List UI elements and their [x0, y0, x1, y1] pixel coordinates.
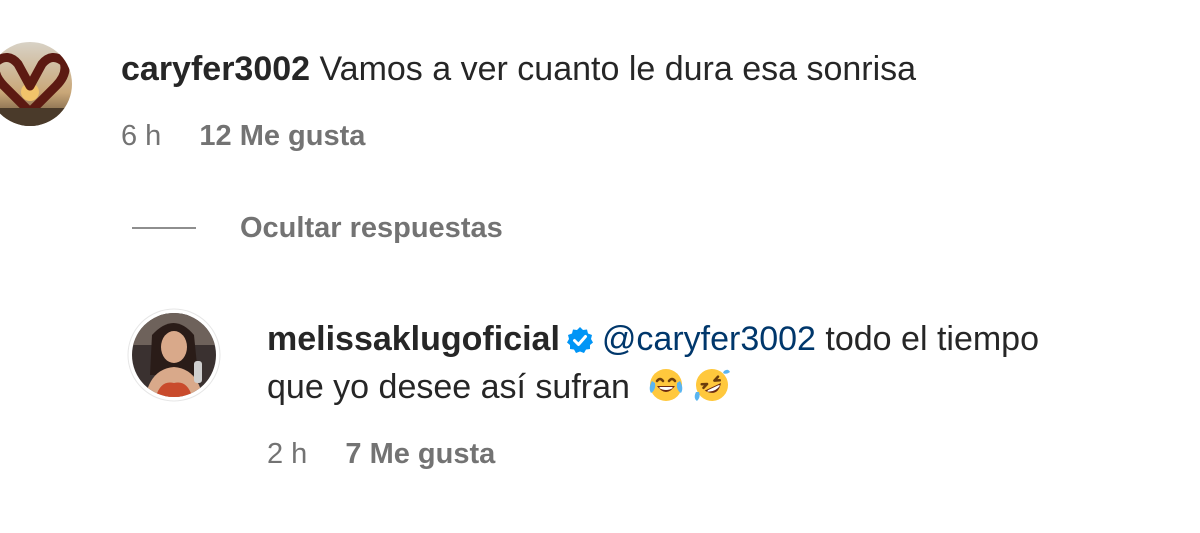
comment-text-line: caryfer3002 Vamos a ver cuanto le dura e… [121, 45, 916, 93]
replies-divider [132, 227, 196, 229]
hide-replies-button[interactable]: Ocultar respuestas [132, 210, 503, 246]
comment-time: 6 h [121, 120, 162, 152]
reply-text-line-1: melissaklugoficial @caryfer3002 todo el … [267, 315, 1039, 367]
hide-replies-label: Ocultar respuestas [240, 211, 503, 244]
reply-body-line1: todo el tiempo [825, 320, 1040, 358]
reply-likes[interactable]: 7 Me gusta [345, 438, 495, 470]
tears-of-joy-emoji-icon [647, 366, 685, 417]
rolling-on-floor-laughing-emoji-icon [693, 366, 731, 417]
comment-avatar[interactable] [0, 42, 72, 126]
reply-body-line2: que yo desee así sufran [267, 368, 630, 406]
comment-body: Vamos a ver cuanto le dura esa sonrisa [319, 50, 917, 88]
heart-hands-sunset-avatar-icon [0, 42, 72, 126]
reply-mention-link[interactable]: @caryfer3002 [602, 320, 816, 358]
comment-username[interactable]: caryfer3002 [121, 50, 310, 88]
reply-time: 2 h [267, 438, 308, 470]
woman-portrait-avatar-icon [124, 305, 224, 405]
comment-meta: 6 h 12 Me gusta [121, 118, 365, 154]
reply-username[interactable]: melissaklugoficial [267, 320, 560, 358]
reply-text-line-2: que yo desee así sufran [267, 363, 731, 417]
verified-badge-icon [566, 319, 594, 367]
comment-likes[interactable]: 12 Me gusta [199, 120, 365, 152]
reply-meta: 2 h 7 Me gusta [267, 436, 495, 472]
reply-avatar[interactable] [124, 305, 224, 405]
